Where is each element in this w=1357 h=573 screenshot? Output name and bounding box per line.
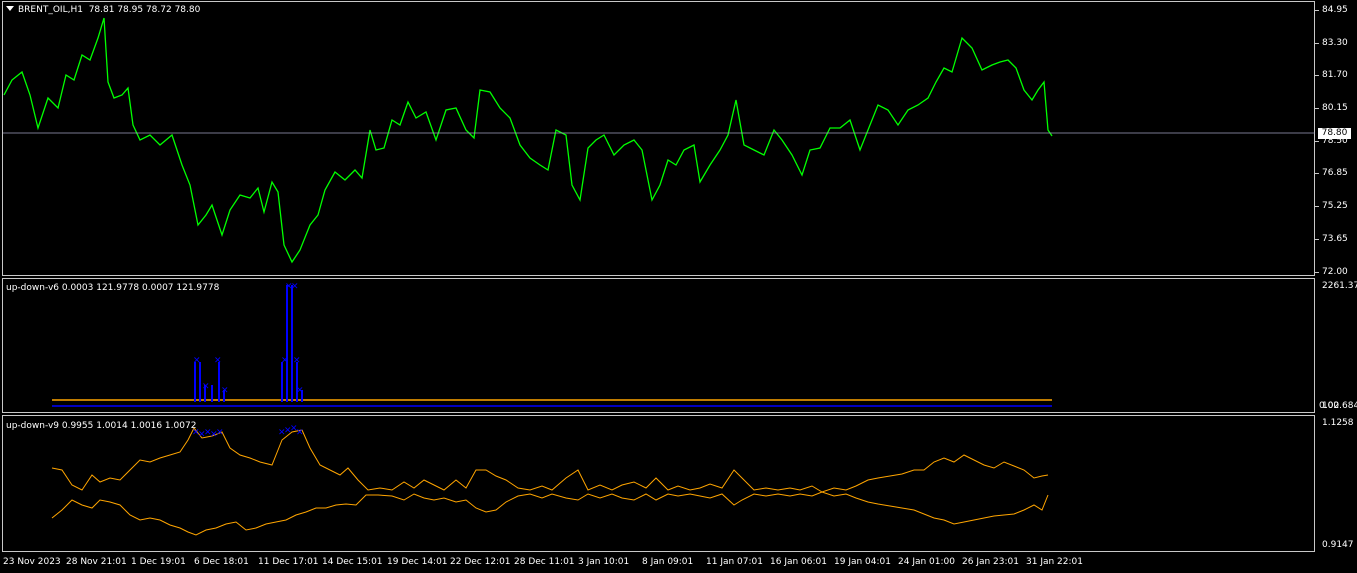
- price-scale-tick: [1315, 141, 1319, 142]
- date-axis-label: 19 Dec 14:01: [387, 557, 448, 567]
- v6-cross-marker: ✕: [221, 386, 229, 396]
- v6-cross-marker: ✕: [291, 282, 299, 292]
- price-scale-tick: [1315, 272, 1319, 273]
- date-axis-label: 26 Jan 23:01: [962, 557, 1019, 567]
- price-scale-label: 72.00: [1322, 267, 1348, 277]
- ohlc-values: 78.81 78.95 78.72 78.80: [88, 5, 201, 15]
- price-scale-tick: [1315, 10, 1319, 11]
- date-axis-label: 31 Jan 22:01: [1026, 557, 1083, 567]
- date-axis-label: 1 Dec 19:01: [131, 557, 186, 567]
- current-price-tag: 78.80: [1318, 128, 1351, 139]
- v6-cross-marker: ✕: [293, 356, 301, 366]
- indicator-v9-title: up-down-v9 0.9955 1.0014 1.0016 1.0072: [6, 421, 197, 431]
- v9-cross-marker: ✕: [296, 428, 304, 438]
- price-scale-label: 83.30: [1322, 38, 1348, 48]
- price-scale-tick: [1315, 108, 1319, 109]
- v6-cross-marker: ✕: [193, 356, 201, 366]
- date-axis-label: 11 Jan 07:01: [706, 557, 763, 567]
- price-scale-label: 75.25: [1322, 201, 1348, 211]
- price-scale-label: 81.70: [1322, 70, 1348, 80]
- dropdown-triangle-icon[interactable]: [6, 6, 14, 11]
- symbol-label: BRENT_OIL,H1: [18, 5, 83, 15]
- v6-cross-marker: ✕: [281, 356, 289, 366]
- date-axis-label: 8 Jan 09:01: [642, 557, 694, 567]
- symbol-header[interactable]: BRENT_OIL,H1 78.81 78.95 78.72 78.80: [6, 5, 200, 15]
- v9-lower-line: [51, 491, 1049, 536]
- date-axis-label: 23 Nov 2023: [3, 557, 61, 567]
- date-axis-label: 6 Dec 18:01: [194, 557, 249, 567]
- price-scale-tick: [1315, 43, 1319, 44]
- price-scale-tick: [1315, 206, 1319, 207]
- v6-cross-marker: ✕: [296, 386, 304, 396]
- v9-cross-marker: ✕: [216, 428, 224, 438]
- date-axis-label: 28 Nov 21:01: [66, 557, 127, 567]
- v9-scale-bottom: 0.9147: [1322, 540, 1354, 550]
- date-axis-label: 19 Jan 04:01: [834, 557, 891, 567]
- v9-scale-top: 1.1258: [1322, 418, 1354, 428]
- date-axis-label: 22 Dec 12:01: [450, 557, 511, 567]
- date-axis-label: 28 Dec 11:01: [514, 557, 575, 567]
- price-scale-label: 73.65: [1322, 234, 1348, 244]
- v6-cross-marker: ✕: [214, 356, 222, 366]
- date-axis-label: 3 Jan 10:01: [578, 557, 630, 567]
- v6-scale-zero: 0.00: [1319, 401, 1340, 411]
- price-line: [3, 17, 1053, 264]
- price-scale-tick: [1315, 239, 1319, 240]
- indicator-v6-title: up-down-v6 0.0003 121.9778 0.0007 121.97…: [6, 283, 220, 293]
- date-axis-label: 11 Dec 17:01: [258, 557, 319, 567]
- date-axis-label: 14 Dec 15:01: [322, 557, 383, 567]
- price-scale-label: 84.95: [1322, 5, 1348, 15]
- price-scale-label: 76.85: [1322, 168, 1348, 178]
- price-scale-label: 80.15: [1322, 103, 1348, 113]
- v6-scale-top: 2261.378: [1322, 281, 1357, 291]
- v6-cross-marker: ✕: [202, 382, 210, 392]
- price-scale-tick: [1315, 173, 1319, 174]
- price-scale-tick: [1315, 75, 1319, 76]
- date-axis-label: 24 Jan 01:00: [898, 557, 955, 567]
- date-axis-label: 16 Jan 06:01: [770, 557, 827, 567]
